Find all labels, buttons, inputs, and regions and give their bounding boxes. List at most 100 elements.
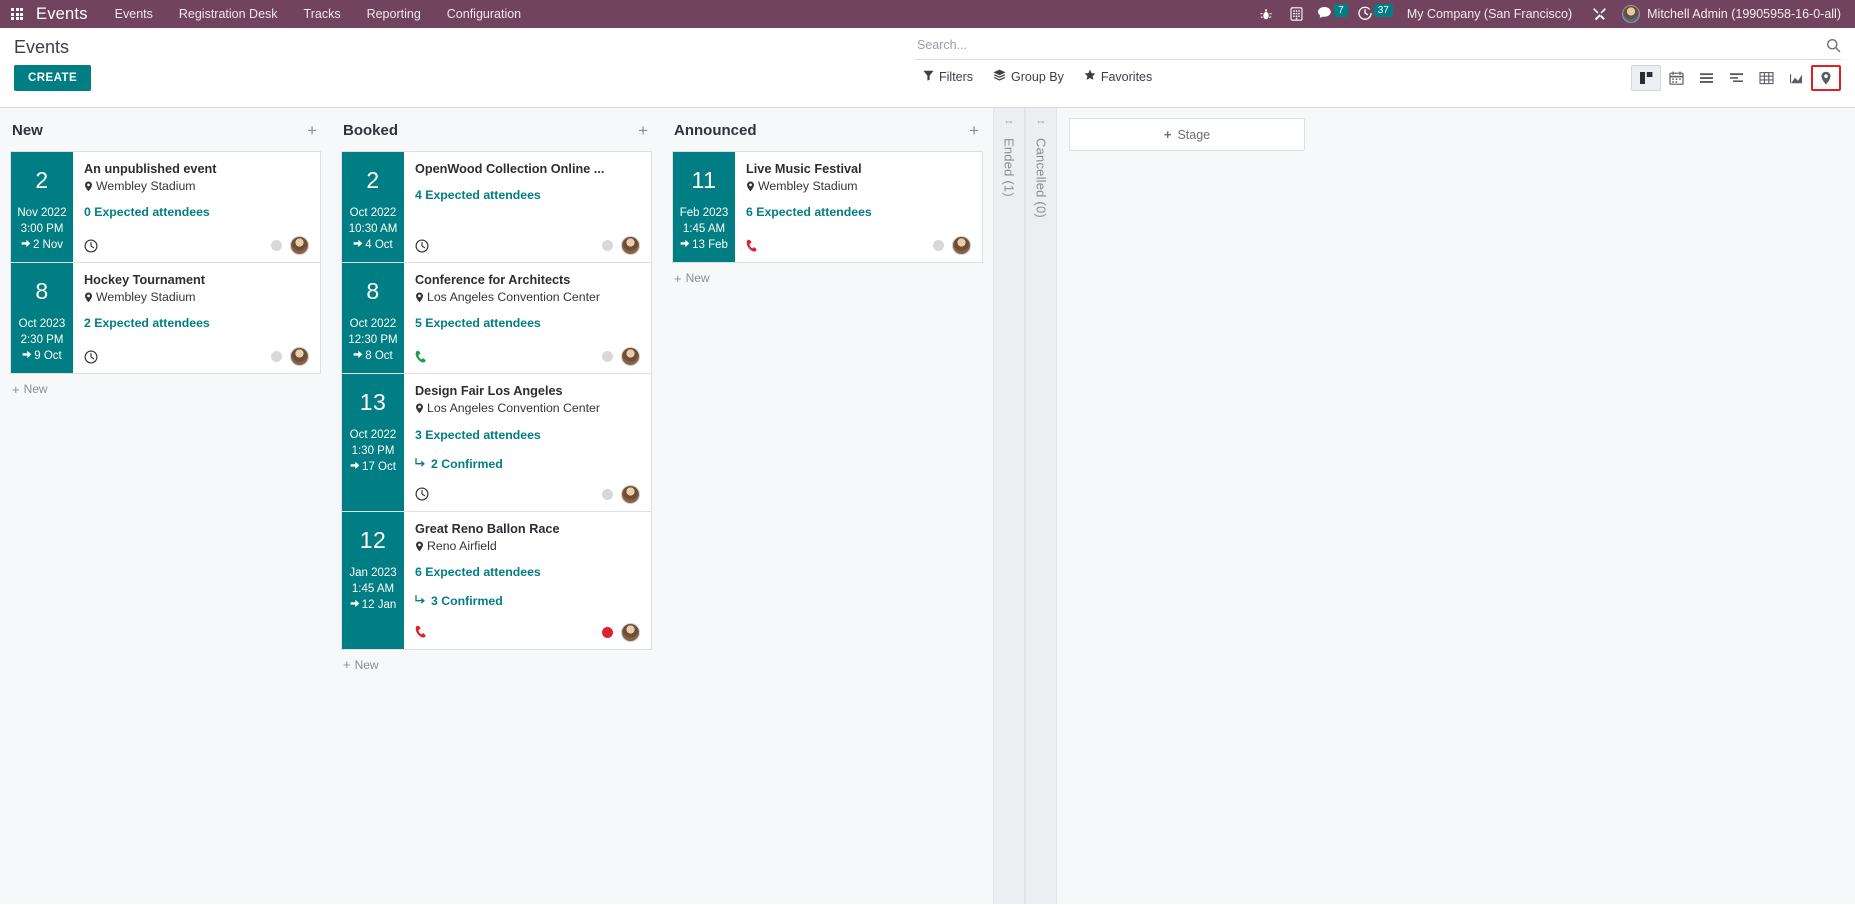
status-badge[interactable] xyxy=(602,351,613,363)
view-calendar-button[interactable] xyxy=(1661,65,1691,91)
company-switcher[interactable]: My Company (San Francisco) xyxy=(1397,7,1584,21)
kanban-card[interactable]: 8 Oct 2022 12:30 PM 8 Oct Conference for Arc… xyxy=(341,263,652,375)
tools-icon[interactable] xyxy=(1584,7,1614,22)
card-location: Los Angeles Convention Center xyxy=(415,400,640,417)
view-map-button[interactable] xyxy=(1811,65,1841,91)
view-pivot-button[interactable] xyxy=(1751,65,1781,91)
card-date-block: 2 Nov 2022 3:00 PM 2 Nov xyxy=(11,152,73,263)
app-brand[interactable]: Events xyxy=(30,5,102,24)
view-list-button[interactable] xyxy=(1691,65,1721,91)
card-attendees[interactable]: 2 Expected attendees xyxy=(84,315,309,332)
menu-item-events[interactable]: Events xyxy=(102,0,166,28)
phone-keypad-icon[interactable] xyxy=(1281,0,1311,28)
card-date-block: 12 Jan 2023 1:45 AM 12 Jan xyxy=(342,511,404,649)
kanban-column-header: New + xyxy=(10,118,321,151)
card-footer xyxy=(415,473,640,504)
menu-item-configuration[interactable]: Configuration xyxy=(434,0,534,28)
chat-bubble-icon xyxy=(1317,6,1332,23)
apps-grid-icon[interactable] xyxy=(4,0,30,28)
add-new-record-link[interactable]: + New xyxy=(672,263,983,293)
search-row xyxy=(915,36,1841,60)
avatar[interactable] xyxy=(290,347,309,367)
avatar[interactable] xyxy=(621,236,640,256)
view-switcher xyxy=(1631,65,1841,91)
user-menu[interactable]: Mitchell Admin (19905958-16-0-all) xyxy=(1614,5,1847,23)
card-body: An unpublished event Wembley Stadium 0 Exp… xyxy=(73,152,320,262)
card-time: 12:30 PM xyxy=(348,334,398,347)
group-by-button[interactable]: Group By xyxy=(993,69,1064,84)
card-month: Oct 2023 xyxy=(18,318,66,331)
kanban-card[interactable]: 8 Oct 2023 2:30 PM 9 Oct Hockey Tournament We… xyxy=(10,263,321,375)
favorites-label: Favorites xyxy=(1100,69,1153,84)
search-icon[interactable] xyxy=(1820,38,1841,53)
kanban-card[interactable]: 13 Oct 2022 1:30 PM 17 Oct Design Fair Los A… xyxy=(341,374,652,512)
plus-icon: + xyxy=(674,270,682,286)
bug-icon[interactable] xyxy=(1251,0,1281,28)
filter-buttons: Filters Group By Favorites xyxy=(923,69,1152,84)
messages-menu[interactable]: 7 xyxy=(1311,3,1352,23)
kanban-card[interactable]: 11 Feb 2023 1:45 AM 13 Feb Live Music Festiv… xyxy=(672,151,983,264)
avatar[interactable] xyxy=(621,622,640,642)
add-stage-button[interactable]: + Stage xyxy=(1069,118,1305,151)
kanban-card[interactable]: 12 Jan 2023 1:45 AM 12 Jan Great Reno Ballon… xyxy=(341,511,652,650)
status-badge[interactable] xyxy=(602,240,613,252)
card-time: 1:45 AM xyxy=(351,583,395,595)
menu-item-registration-desk[interactable]: Registration Desk xyxy=(166,0,291,28)
card-attendees[interactable]: 0 Expected attendees xyxy=(84,204,309,221)
card-day: 2 xyxy=(366,167,380,193)
avatar[interactable] xyxy=(290,236,309,256)
clock-icon[interactable] xyxy=(415,487,429,501)
avatar[interactable] xyxy=(621,347,640,367)
favorites-button[interactable]: Favorites xyxy=(1084,69,1152,84)
card-title: OpenWood Collection Online ... xyxy=(415,162,605,176)
activities-menu[interactable]: 37 xyxy=(1352,3,1397,23)
card-attendees[interactable]: 3 Expected attendees xyxy=(415,427,640,444)
plus-icon: + xyxy=(1163,127,1172,142)
card-attendees[interactable]: 4 Expected attendees xyxy=(415,187,640,204)
status-badge[interactable] xyxy=(271,240,282,252)
status-badge[interactable] xyxy=(271,351,282,363)
kanban-card-list: 11 Feb 2023 1:45 AM 13 Feb Live Music Festiv… xyxy=(672,151,983,264)
kanban-folded-column[interactable]: ↕ Ended (1) xyxy=(993,108,1025,904)
phone-icon[interactable] xyxy=(415,625,428,639)
add-new-record-link[interactable]: + New xyxy=(10,374,321,404)
card-month: Oct 2022 xyxy=(349,318,397,331)
search-input[interactable] xyxy=(915,36,1820,54)
clock-icon[interactable] xyxy=(84,350,98,364)
status-badge[interactable] xyxy=(933,240,944,252)
clock-icon[interactable] xyxy=(84,239,98,253)
view-graph-button[interactable] xyxy=(1781,65,1811,91)
card-attendees[interactable]: 6 Expected attendees xyxy=(746,204,971,221)
card-attendees[interactable]: 5 Expected attendees xyxy=(415,315,640,332)
card-status-group xyxy=(602,347,640,367)
card-status-group xyxy=(271,236,309,256)
kanban-folded-column-title: Ended (1) xyxy=(1001,138,1017,197)
phone-icon[interactable] xyxy=(746,239,759,253)
create-button[interactable]: CREATE xyxy=(14,65,92,91)
add-card-icon[interactable]: + xyxy=(305,122,319,139)
card-end-date: 13 Feb xyxy=(675,238,733,252)
phone-icon[interactable] xyxy=(415,350,428,364)
add-card-icon[interactable]: + xyxy=(967,122,981,139)
menu-item-tracks[interactable]: Tracks xyxy=(291,0,354,28)
kanban-card[interactable]: 2 Nov 2022 3:00 PM 2 Nov An unpublished even… xyxy=(10,151,321,264)
status-badge[interactable] xyxy=(602,626,613,638)
avatar[interactable] xyxy=(621,484,640,504)
add-card-icon[interactable]: + xyxy=(636,122,650,139)
card-body: OpenWood Collection Online ... 4 Expected… xyxy=(404,152,651,262)
menu-item-reporting[interactable]: Reporting xyxy=(354,0,434,28)
kanban-card[interactable]: 2 Oct 2022 10:30 AM 4 Oct OpenWood Collectio… xyxy=(341,151,652,264)
card-title: Live Music Festival xyxy=(746,162,862,176)
card-attendees[interactable]: 6 Expected attendees xyxy=(415,564,640,581)
clock-icon[interactable] xyxy=(415,239,429,253)
avatar[interactable] xyxy=(952,236,971,256)
add-new-record-link[interactable]: + New xyxy=(341,650,652,680)
view-gantt-button[interactable] xyxy=(1721,65,1751,91)
kanban-board: New +2 Nov 2022 3:00 PM 2 Nov An unpublished … xyxy=(0,108,1855,904)
kanban-column: Announced +11 Feb 2023 1:45 AM 13 Feb Live Mu… xyxy=(662,108,993,904)
filters-button[interactable]: Filters xyxy=(923,70,973,84)
status-badge[interactable] xyxy=(602,488,613,500)
kanban-folded-column[interactable]: ↕ Cancelled (0) xyxy=(1025,108,1057,904)
view-kanban-button[interactable] xyxy=(1631,65,1661,91)
card-month: Jan 2023 xyxy=(349,566,397,579)
